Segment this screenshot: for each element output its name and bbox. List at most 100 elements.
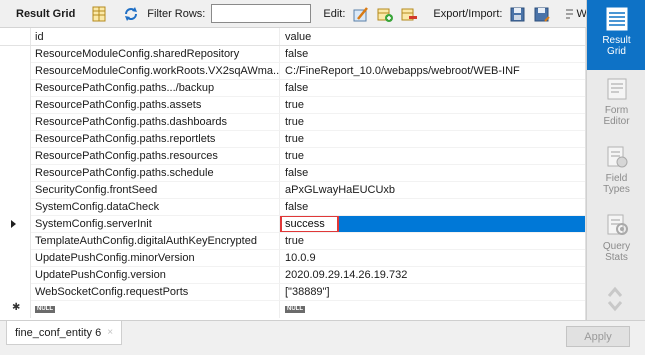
delete-row-icon[interactable]: [400, 5, 418, 23]
id-cell[interactable]: WebSocketConfig.requestPorts: [31, 284, 280, 301]
wrap-text-icon[interactable]: [564, 5, 574, 23]
grid-view-icon[interactable]: [90, 5, 108, 23]
grid-header-row: id value: [0, 28, 585, 46]
id-cell[interactable]: SecurityConfig.frontSeed: [31, 182, 280, 199]
row-marker[interactable]: [0, 80, 31, 97]
id-cell[interactable]: SystemConfig.dataCheck: [31, 199, 280, 216]
table-row[interactable]: UpdatePushConfig.version 2020.09.29.14.26…: [0, 267, 585, 284]
id-cell[interactable]: ResourcePathConfig.paths.schedule: [31, 165, 280, 182]
id-cell[interactable]: UpdatePushConfig.version: [31, 267, 280, 284]
form-editor-side-button[interactable]: Form Editor: [587, 70, 645, 138]
value-cell[interactable]: true: [280, 97, 585, 114]
id-cell[interactable]: ResourcePathConfig.paths.resources: [31, 148, 280, 165]
value-cell[interactable]: success: [280, 216, 585, 233]
refresh-icon[interactable]: [122, 5, 140, 23]
row-marker-header: [0, 28, 31, 45]
id-cell[interactable]: ResourcePathConfig.paths.reportlets: [31, 131, 280, 148]
table-row[interactable]: ResourcePathConfig.paths.../backup false: [0, 80, 585, 97]
new-row-value-cell[interactable]: NULL: [280, 301, 585, 318]
value-cell[interactable]: false: [280, 46, 585, 63]
id-cell[interactable]: ResourceModuleConfig.sharedRepository: [31, 46, 280, 63]
table-row[interactable]: SystemConfig.serverInit success: [0, 216, 585, 233]
null-badge: NULL: [35, 306, 55, 313]
id-cell[interactable]: ResourceModuleConfig.workRoots.VX2sqAWma…: [31, 63, 280, 80]
import-icon[interactable]: [533, 5, 551, 23]
result-grid-side-button[interactable]: Result Grid: [587, 0, 645, 70]
value-cell[interactable]: 10.0.9: [280, 250, 585, 267]
table-row[interactable]: ResourcePathConfig.paths.dashboards true: [0, 114, 585, 131]
edit-row-icon[interactable]: [352, 5, 370, 23]
id-cell[interactable]: UpdatePushConfig.minorVersion: [31, 250, 280, 267]
current-row-arrow-icon: [11, 220, 16, 228]
add-row-icon[interactable]: [376, 5, 394, 23]
field-types-icon: [604, 144, 630, 170]
field-types-side-label: Field Types: [603, 173, 630, 195]
apply-button[interactable]: Apply: [566, 326, 630, 347]
table-row[interactable]: UpdatePushConfig.minorVersion 10.0.9: [0, 250, 585, 267]
row-marker[interactable]: [0, 233, 31, 250]
filter-rows-input[interactable]: [211, 4, 312, 23]
chevron-down-icon[interactable]: [607, 300, 623, 316]
table-row[interactable]: ResourcePathConfig.paths.reportlets true: [0, 131, 585, 148]
row-marker[interactable]: [0, 46, 31, 63]
id-cell[interactable]: TemplateAuthConfig.digitalAuthKeyEncrypt…: [31, 233, 280, 250]
new-row-id-cell[interactable]: NULL: [31, 301, 280, 318]
new-row-star-icon: ✱: [12, 302, 21, 313]
export-icon[interactable]: [509, 5, 527, 23]
row-marker[interactable]: [0, 131, 31, 148]
new-row[interactable]: ✱ NULL NULL: [0, 301, 585, 318]
row-marker[interactable]: [0, 216, 31, 233]
table-row[interactable]: ResourcePathConfig.paths.assets true: [0, 97, 585, 114]
value-cell[interactable]: aPxGLwayHaEUCUxb: [280, 182, 585, 199]
form-editor-icon: [604, 76, 630, 102]
value-cell[interactable]: false: [280, 165, 585, 182]
row-marker[interactable]: [0, 182, 31, 199]
result-tab[interactable]: fine_conf_entity 6 ×: [6, 321, 123, 345]
side-panel: Result Grid Form Editor Field Types Quer…: [586, 0, 645, 322]
null-badge: NULL: [285, 306, 305, 313]
value-cell[interactable]: 2020.09.29.14.26.19.732: [280, 267, 585, 284]
id-cell[interactable]: ResourcePathConfig.paths.assets: [31, 97, 280, 114]
table-row[interactable]: TemplateAuthConfig.digitalAuthKeyEncrypt…: [0, 233, 585, 250]
table-row[interactable]: ResourceModuleConfig.workRoots.VX2sqAWma…: [0, 63, 585, 80]
filter-rows-label: Filter Rows:: [147, 7, 206, 20]
result-tab-label: fine_conf_entity 6: [15, 326, 102, 339]
row-marker[interactable]: [0, 267, 31, 284]
close-tab-icon[interactable]: ×: [107, 327, 113, 338]
table-row[interactable]: ResourcePathConfig.paths.resources true: [0, 148, 585, 165]
value-cell[interactable]: false: [280, 80, 585, 97]
field-types-side-button[interactable]: Field Types: [587, 138, 645, 206]
column-header-id[interactable]: id: [31, 28, 280, 45]
table-row[interactable]: ResourcePathConfig.paths.schedule false: [0, 165, 585, 182]
form-editor-side-label: Form Editor: [603, 105, 630, 127]
row-marker[interactable]: [0, 284, 31, 301]
table-row[interactable]: SecurityConfig.frontSeed aPxGLwayHaEUCUxb: [0, 182, 585, 199]
table-row[interactable]: ResourceModuleConfig.sharedRepository fal…: [0, 46, 585, 63]
grid-body: ResourceModuleConfig.sharedRepository fal…: [0, 46, 585, 301]
column-header-value[interactable]: value: [280, 28, 585, 45]
row-marker[interactable]: [0, 148, 31, 165]
row-marker[interactable]: [0, 97, 31, 114]
value-cell[interactable]: C:/FineReport_10.0/webapps/webroot/WEB-I…: [280, 63, 585, 80]
value-cell[interactable]: true: [280, 148, 585, 165]
result-toolbar: Result Grid Filter Rows: Edit: Export/Im…: [0, 0, 586, 28]
value-cell[interactable]: true: [280, 131, 585, 148]
export-import-label: Export/Import:: [433, 7, 503, 20]
row-marker[interactable]: [0, 63, 31, 80]
row-marker[interactable]: [0, 199, 31, 216]
row-marker[interactable]: [0, 250, 31, 267]
value-cell[interactable]: ["38889"]: [280, 284, 585, 301]
row-marker[interactable]: [0, 165, 31, 182]
id-cell[interactable]: ResourcePathConfig.paths.../backup: [31, 80, 280, 97]
id-cell[interactable]: ResourcePathConfig.paths.dashboards: [31, 114, 280, 131]
table-row[interactable]: WebSocketConfig.requestPorts ["38889"]: [0, 284, 585, 301]
wrap-cell-label[interactable]: Wrap C: [576, 8, 586, 20]
value-cell[interactable]: false: [280, 199, 585, 216]
value-cell[interactable]: true: [280, 114, 585, 131]
editing-cell-box[interactable]: success: [280, 216, 339, 232]
row-marker[interactable]: [0, 114, 31, 131]
id-cell[interactable]: SystemConfig.serverInit: [31, 216, 280, 233]
query-stats-side-button[interactable]: Query Stats: [587, 206, 645, 274]
value-cell[interactable]: true: [280, 233, 585, 250]
table-row[interactable]: SystemConfig.dataCheck false: [0, 199, 585, 216]
